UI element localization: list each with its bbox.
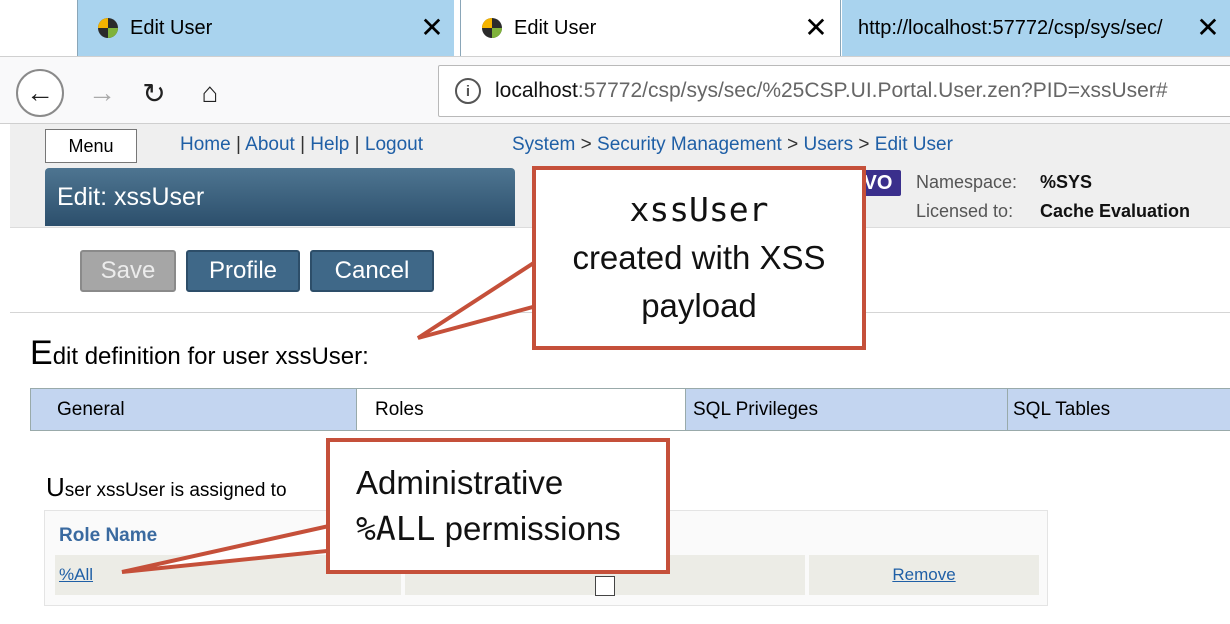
close-icon[interactable]: ✕ — [1186, 0, 1230, 56]
browser-tab-strip: Edit User ✕ Edit User ✕ http://localhost… — [0, 0, 1230, 56]
browser-tab-3[interactable]: http://localhost:57772/csp/sys/sec/ ✕ — [842, 0, 1230, 56]
callout-1-line-2: created with XSS — [572, 239, 826, 276]
callout-2-line-1: Administrative — [356, 464, 564, 501]
top-links: Home | About | Help | Logout — [180, 134, 423, 155]
save-button[interactable]: Save — [80, 250, 176, 292]
tab-separator — [77, 0, 78, 56]
home-link[interactable]: Home — [180, 134, 231, 155]
callout-1-line-1: xssUser — [629, 190, 769, 229]
role-checkbox[interactable] — [595, 576, 615, 596]
profile-button[interactable]: Profile — [186, 250, 300, 292]
cache-favicon-icon — [482, 18, 502, 38]
permissions-callout: Administrative %ALL permissions — [326, 438, 670, 574]
menu-button[interactable]: Menu — [45, 129, 137, 163]
namespace-label: Namespace: — [916, 172, 1018, 192]
namespace-value: %SYS — [1040, 172, 1093, 192]
cancel-button[interactable]: Cancel — [310, 250, 434, 292]
tab-title: Edit User — [514, 16, 597, 39]
reload-icon[interactable]: ↻ — [130, 69, 178, 117]
edit-definition-heading: Edit definition for user xssUser: — [30, 334, 369, 372]
breadcrumb-security[interactable]: Security Management — [597, 134, 782, 155]
logout-link[interactable]: Logout — [365, 134, 423, 155]
callout-2-line-2: %ALL permissions — [356, 509, 621, 548]
close-icon[interactable]: ✕ — [410, 0, 454, 56]
tab-roles[interactable]: Roles — [356, 388, 686, 430]
remove-cell: Remove — [809, 555, 1039, 595]
breadcrumb-edit-user[interactable]: Edit User — [875, 134, 953, 155]
tab-title: Edit User — [130, 16, 213, 39]
page-title: Edit: xssUser — [45, 168, 515, 226]
back-arrow-icon[interactable]: ← — [16, 69, 64, 117]
close-icon[interactable]: ✕ — [794, 0, 838, 56]
browser-tab-1[interactable]: Edit User ✕ — [78, 0, 454, 56]
tab-separator — [460, 0, 461, 56]
url-host: localhost — [495, 79, 578, 102]
remove-link[interactable]: Remove — [892, 565, 955, 585]
xss-callout: xssUser created with XSS payload — [532, 166, 866, 350]
about-link[interactable]: About — [245, 134, 295, 155]
breadcrumb: System > Security Management > Users > E… — [512, 134, 953, 155]
url-path: :57772/csp/sys/sec/%25CSP.UI.Portal.User… — [577, 79, 1168, 102]
breadcrumb-users[interactable]: Users — [804, 134, 854, 155]
licensed-label: Licensed to: — [916, 201, 1014, 221]
cache-favicon-icon — [98, 18, 118, 38]
breadcrumb-system[interactable]: System — [512, 134, 575, 155]
tab-title: http://localhost:57772/csp/sys/sec/ — [858, 16, 1163, 39]
help-link[interactable]: Help — [310, 134, 349, 155]
tab-general[interactable]: General — [30, 388, 370, 430]
assigned-roles-text: User xssUser is assigned to — [46, 472, 287, 502]
tab-sql-tables[interactable]: SQL Tables — [994, 388, 1230, 430]
forward-arrow-icon[interactable]: → — [78, 69, 126, 117]
browser-tab-2[interactable]: Edit User ✕ — [462, 0, 838, 56]
tab-separator — [840, 0, 841, 56]
address-bar[interactable]: i localhost :57772/csp/sys/sec/%25CSP.UI… — [438, 65, 1230, 117]
callout-1-line-3: payload — [641, 287, 757, 324]
tab-sql-privileges[interactable]: SQL Privileges — [672, 388, 1008, 430]
role-link[interactable]: %All — [59, 565, 93, 585]
home-icon[interactable]: ⌂ — [186, 69, 234, 117]
role-name-header[interactable]: Role Name — [59, 525, 157, 547]
action-toolbar: Save Profile Cancel — [80, 250, 434, 292]
browser-navbar: ← → ↻ ⌂ i localhost :57772/csp/sys/sec/%… — [0, 56, 1230, 124]
tab-underline — [30, 430, 1230, 431]
info-icon[interactable]: i — [455, 78, 481, 104]
licensed-value: Cache Evaluation — [1040, 201, 1191, 221]
